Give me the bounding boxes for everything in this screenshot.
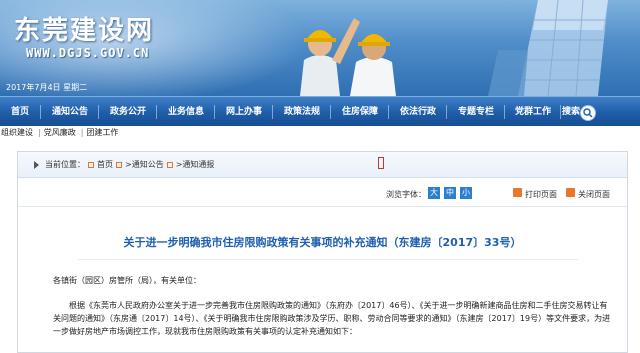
article-paragraph: 根据《东莞市人民政府办公室关于进一步完善我市住房限购政策的通知》（东府办〔201… (53, 301, 611, 336)
nav-housing-security[interactable]: 住房保障 (332, 97, 388, 127)
article-toolbar: 浏览字体： 大 中 小 打印页面 关闭页面 (18, 186, 627, 202)
subnav-org-building[interactable]: 组织建设 (1, 128, 33, 137)
nav-separator (446, 105, 447, 119)
nav-legal-admin[interactable]: 依法行政 (390, 97, 446, 127)
page-icon (166, 161, 173, 168)
nav-gov-affairs[interactable]: 政务公开 (100, 97, 156, 127)
close-page-button[interactable]: 关闭页面 (578, 189, 610, 200)
nav-policies[interactable]: 政策法规 (274, 97, 330, 127)
building-illustration (488, 0, 608, 96)
breadcrumb-bulletins[interactable]: >通知通报 (176, 160, 215, 169)
nav-special-topics[interactable]: 专题专栏 (448, 97, 504, 127)
nav-separator (388, 105, 389, 119)
nav-home[interactable]: 首页 (0, 97, 40, 127)
print-button[interactable]: 打印页面 (525, 189, 557, 200)
article-title: 关于进一步明确我市住房限购政策有关事项的补充通知（东建房〔2017〕33号） (123, 236, 522, 249)
subnav-league-work[interactable]: 团建工作 (86, 128, 118, 137)
font-size-medium-button[interactable]: 中 (444, 187, 456, 199)
marker-icon (378, 157, 384, 169)
nav-separator (504, 105, 505, 119)
nav-search-label: 搜索 (561, 107, 580, 117)
divider (18, 206, 627, 207)
nav-separator (330, 105, 331, 119)
article-salutation: 各镇街（园区）房管所（局），有关单位： (53, 276, 201, 285)
search-button[interactable] (580, 105, 596, 121)
header-banner: 东莞建设网 WWW.DGJS.GOV.CN 2017年7月4日 星期二 (0, 0, 640, 96)
main-nav: 首页 通知公告 政务公开 业务信息 网上办事 政策法规 住房保障 依法行政 专题… (0, 96, 640, 126)
nav-separator (214, 105, 215, 119)
site-logo-title[interactable]: 东莞建设网 (14, 10, 154, 47)
current-date: 2017年7月4日 星期二 (6, 83, 88, 92)
nav-separator (98, 105, 99, 119)
subnav-divider: | (80, 128, 84, 137)
breadcrumb-bar: 当前位置： 首页 >通知公告 >通知通报 (18, 152, 627, 178)
breadcrumb: 当前位置： 首页 >通知公告 >通知通报 (34, 159, 214, 170)
workers-illustration (300, 18, 396, 96)
breadcrumb-home[interactable]: 首页 (97, 160, 113, 169)
nav-party-work[interactable]: 党群工作 (506, 97, 560, 127)
article-panel: 当前位置： 首页 >通知公告 >通知通报 浏览字体： 大 中 小 打印页面 关闭页面 … (17, 151, 628, 353)
print-icon (513, 188, 522, 197)
breadcrumb-notices[interactable]: >通知公告 (125, 160, 164, 169)
search-icon (583, 108, 593, 118)
divider (78, 259, 578, 260)
nav-notices[interactable]: 通知公告 (42, 97, 98, 127)
font-size-label: 浏览字体： (386, 190, 426, 199)
nav-separator (40, 105, 41, 119)
page-icon (116, 161, 122, 168)
sub-nav: 组织建设 | 党风廉政 | 团建工作 (0, 126, 640, 140)
arrow-right-icon (34, 160, 39, 169)
subnav-integrity[interactable]: 党风廉政 (44, 128, 76, 137)
site-url: WWW.DGJS.GOV.CN (26, 46, 150, 60)
subnav-divider: | (38, 128, 41, 137)
font-size-small-button[interactable]: 小 (460, 187, 472, 199)
breadcrumb-prefix: 当前位置： (45, 160, 85, 169)
article-body: 各镇街（园区）房管所（局），有关单位： 根据《东莞市人民政府办公室关于进一步完善… (53, 274, 611, 350)
home-icon (88, 161, 94, 168)
nav-separator (272, 105, 273, 119)
close-icon (566, 188, 575, 197)
nav-online-services[interactable]: 网上办事 (216, 97, 272, 127)
nav-business-info[interactable]: 业务信息 (158, 97, 214, 127)
nav-separator (156, 105, 157, 119)
font-size-large-button[interactable]: 大 (428, 187, 440, 199)
